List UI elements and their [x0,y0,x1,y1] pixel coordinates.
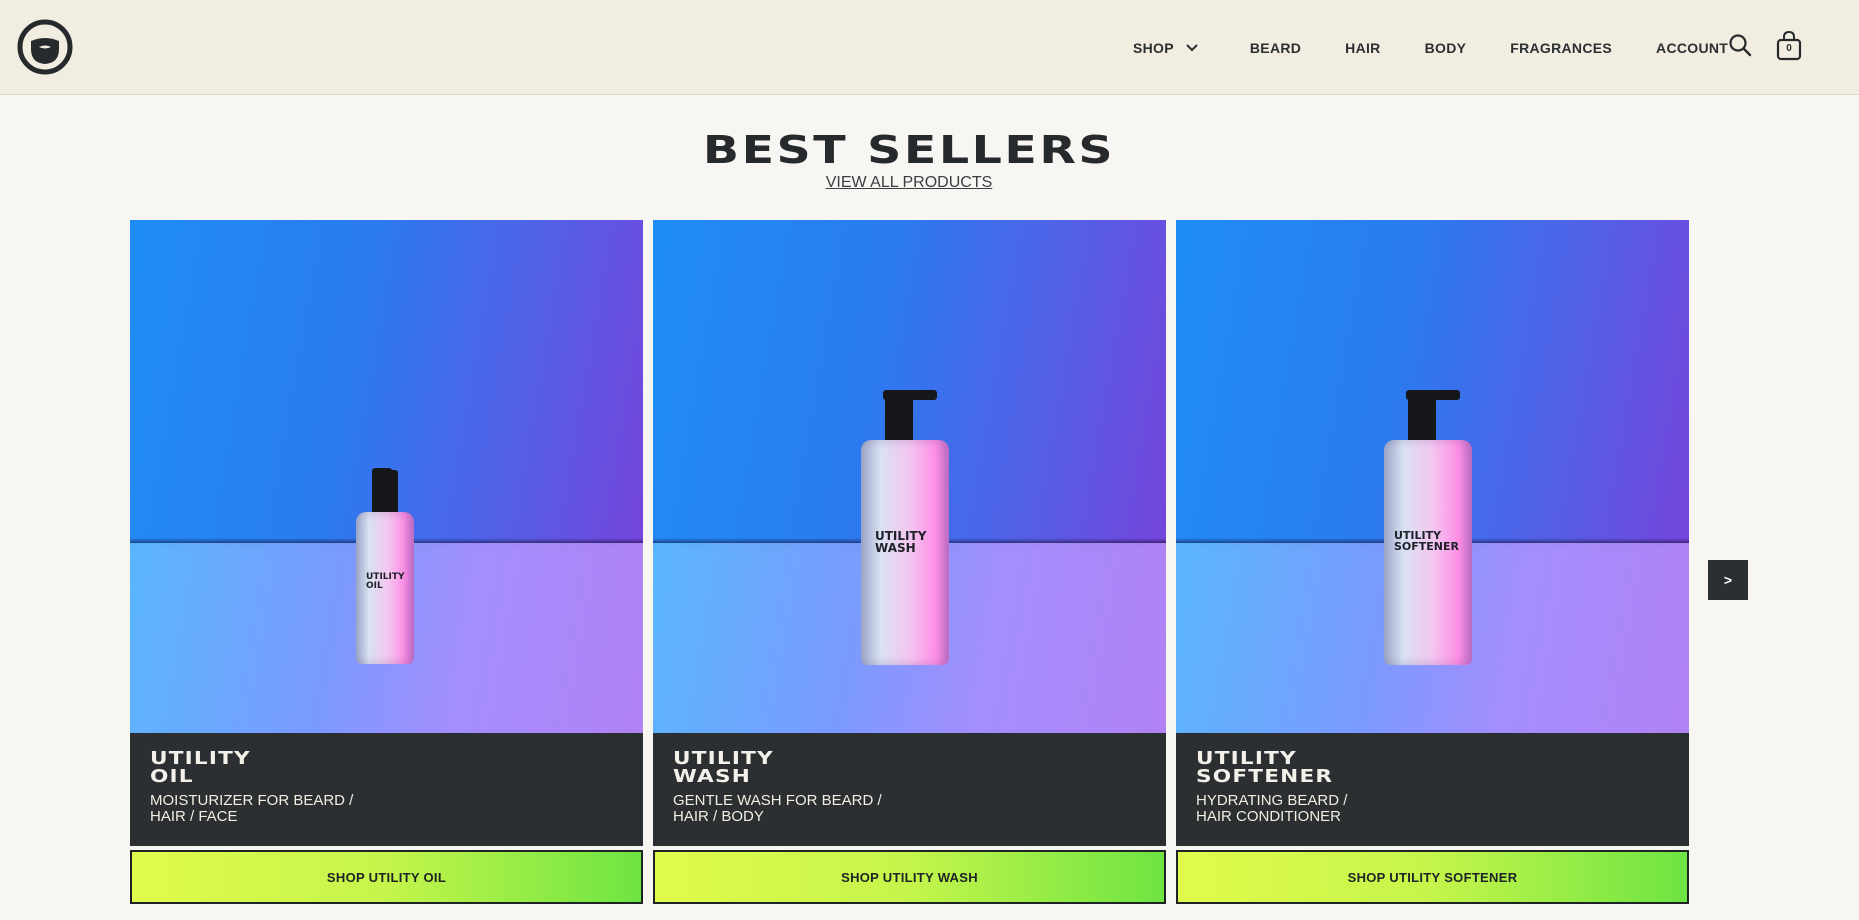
carousel-next-button[interactable]: > [1708,560,1748,600]
product-card: UTILITY OIL UTILITY OIL MOISTURIZER FOR … [130,220,643,904]
bottle: UTILITY WASH [861,440,949,665]
chevron-down-icon [1186,43,1198,51]
nav-fragrances[interactable]: FRAGRANCES [1510,40,1612,56]
search-icon[interactable] [1728,33,1752,57]
bottle-pump [1408,392,1436,444]
bottle-label: UTILITY OIL [366,571,405,591]
bottle-pump [885,392,913,444]
nav-account[interactable]: ACCOUNT [1656,40,1728,56]
cart-button[interactable]: 0 [1776,30,1802,61]
cart-count: 0 [1786,43,1792,54]
product-image[interactable]: UTILITY OIL [130,220,643,733]
product-name: UTILITY WASH [673,748,774,787]
product-name: UTILITY SOFTENER [1196,748,1334,787]
nav-hair[interactable]: HAIR [1345,40,1380,56]
bottle: UTILITY SOFTENER [1384,440,1472,665]
site-header: SHOP BEARD HAIR BODY FRAGRANCES ACCOUNT … [0,0,1859,95]
bottle-label: UTILITY SOFTENER [1394,529,1459,553]
beard-logo-icon[interactable] [17,19,73,75]
section-title: BEST SELLERS [702,128,1116,172]
view-all-products-link[interactable]: VIEW ALL PRODUCTS [0,174,1818,192]
shop-utility-wash-button[interactable]: SHOP UTILITY WASH [653,850,1166,904]
nav-body[interactable]: BODY [1425,40,1467,56]
product-info: UTILITY OIL MOISTURIZER FOR BEARD / HAIR… [130,733,643,846]
nav-shop-label: SHOP [1133,39,1174,56]
product-name: UTILITY OIL [150,748,251,787]
main-nav: SHOP BEARD HAIR BODY FRAGRANCES ACCOUNT [1133,0,1728,95]
product-description: HYDRATING BEARD / HAIR CONDITIONER [1196,792,1348,825]
bottle: UTILITY OIL [356,512,414,664]
product-card: UTILITY WASH UTILITY WASH GENTLE WASH FO… [653,220,1166,904]
product-info: UTILITY SOFTENER HYDRATING BEARD / HAIR … [1176,733,1689,846]
product-info: UTILITY WASH GENTLE WASH FOR BEARD / HAI… [653,733,1166,846]
product-image[interactable]: UTILITY SOFTENER [1176,220,1689,733]
nav-shop[interactable]: SHOP [1133,40,1198,56]
product-card: UTILITY SOFTENER UTILITY SOFTENER HYDRAT… [1176,220,1689,904]
product-image[interactable]: UTILITY WASH [653,220,1166,733]
nav-beard[interactable]: BEARD [1250,40,1301,56]
bottle-pump [372,470,398,514]
shop-utility-oil-button[interactable]: SHOP UTILITY OIL [130,850,643,904]
shop-utility-softener-button[interactable]: SHOP UTILITY SOFTENER [1176,850,1689,904]
product-description: MOISTURIZER FOR BEARD / HAIR / FACE [150,792,354,825]
bottle-label: UTILITY WASH [875,529,927,555]
product-description: GENTLE WASH FOR BEARD / HAIR / BODY [673,792,882,825]
